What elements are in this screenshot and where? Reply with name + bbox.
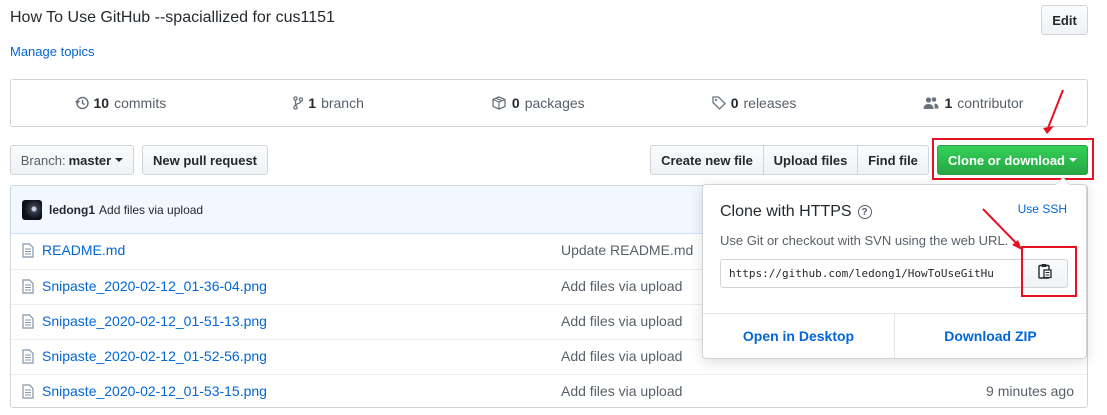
releases-count: 0 bbox=[730, 95, 739, 111]
branch-value: master bbox=[68, 152, 112, 168]
file-icon bbox=[22, 279, 34, 297]
file-name-link[interactable]: README.md bbox=[42, 242, 125, 258]
branch-prefix: Branch: bbox=[20, 152, 66, 168]
contributor-count: 1 bbox=[944, 95, 953, 111]
branch-count: 1 bbox=[308, 95, 317, 111]
create-new-file-button[interactable]: Create new file bbox=[650, 145, 764, 175]
download-zip-button[interactable]: Download ZIP bbox=[894, 314, 1086, 358]
file-commit-message[interactable]: Add files via upload bbox=[561, 278, 682, 294]
commit-author[interactable]: ledong1 bbox=[49, 203, 95, 217]
package-icon bbox=[491, 96, 507, 110]
file-commit-message[interactable]: Add files via upload bbox=[561, 383, 682, 399]
history-icon bbox=[74, 96, 89, 110]
clone-url-input[interactable] bbox=[720, 259, 1022, 288]
clone-or-download-button[interactable]: Clone or download bbox=[937, 145, 1088, 175]
new-pull-request-button[interactable]: New pull request bbox=[142, 145, 268, 175]
use-ssh-link[interactable]: Use SSH bbox=[1018, 202, 1067, 216]
people-icon bbox=[923, 96, 939, 110]
releases-link[interactable]: 0 releases bbox=[712, 95, 797, 111]
file-name-link[interactable]: Snipaste_2020-02-12_01-36-04.png bbox=[42, 278, 267, 294]
question-icon[interactable]: ? bbox=[857, 205, 872, 219]
commits-link[interactable]: 10 commits bbox=[74, 95, 167, 111]
copy-to-clipboard-button[interactable] bbox=[1021, 259, 1068, 288]
file-name-link[interactable]: Snipaste_2020-02-12_01-52-56.png bbox=[42, 348, 267, 364]
commits-count: 10 bbox=[93, 95, 110, 111]
packages-count: 0 bbox=[511, 95, 520, 111]
file-icon bbox=[22, 349, 34, 367]
clone-title-text: Clone with HTTPS bbox=[720, 203, 852, 220]
manage-topics-link[interactable]: Manage topics bbox=[10, 44, 95, 59]
repo-summary-bar: 10 commits 1 branch 0 packages 0 release… bbox=[10, 79, 1088, 127]
clone-dropdown-footer: Open in Desktop Download ZIP bbox=[703, 313, 1086, 358]
caret-down-icon bbox=[1069, 158, 1077, 162]
clipboard-icon bbox=[1037, 263, 1052, 284]
tag-icon bbox=[712, 96, 726, 110]
commit-message[interactable]: Add files via upload bbox=[99, 203, 203, 217]
commits-label: commits bbox=[114, 95, 167, 111]
open-in-desktop-button[interactable]: Open in Desktop bbox=[703, 314, 894, 358]
clone-dropdown: Clone with HTTPS ? Use SSH Use Git or ch… bbox=[702, 177, 1087, 359]
file-icon bbox=[22, 243, 34, 261]
packages-label: packages bbox=[524, 95, 585, 111]
file-name-link[interactable]: Snipaste_2020-02-12_01-53-15.png bbox=[42, 383, 267, 399]
git-branch-icon bbox=[293, 96, 304, 110]
contributor-label: contributor bbox=[957, 95, 1024, 111]
releases-label: releases bbox=[743, 95, 797, 111]
clone-description: Use Git or checkout with SVN using the w… bbox=[720, 233, 1009, 248]
file-icon bbox=[22, 314, 34, 332]
file-age: 9 minutes ago bbox=[986, 383, 1074, 399]
packages-link[interactable]: 0 packages bbox=[491, 95, 585, 111]
upload-files-button[interactable]: Upload files bbox=[763, 145, 858, 175]
file-commit-message[interactable]: Add files via upload bbox=[561, 313, 682, 329]
clone-or-download-label: Clone or download bbox=[948, 152, 1065, 168]
table-row: Snipaste_2020-02-12_01-53-15.png Add fil… bbox=[11, 374, 1087, 407]
file-icon bbox=[22, 384, 34, 402]
file-commit-message[interactable]: Update README.md bbox=[561, 242, 693, 258]
branch-label: branch bbox=[321, 95, 364, 111]
caret-down-icon bbox=[115, 158, 124, 162]
branch-link[interactable]: 1 branch bbox=[293, 95, 364, 111]
find-file-button[interactable]: Find file bbox=[857, 145, 929, 175]
clone-dropdown-title: Clone with HTTPS ? bbox=[720, 203, 872, 221]
repo-title: How To Use GitHub --spaciallized for cus… bbox=[10, 9, 335, 26]
edit-button[interactable]: Edit bbox=[1041, 5, 1088, 35]
file-commit-message[interactable]: Add files via upload bbox=[561, 348, 682, 364]
branch-select-button[interactable]: Branch: master bbox=[10, 145, 134, 175]
contributors-link[interactable]: 1 contributor bbox=[923, 95, 1023, 111]
file-name-link[interactable]: Snipaste_2020-02-12_01-51-13.png bbox=[42, 313, 267, 329]
avatar[interactable] bbox=[22, 199, 42, 220]
